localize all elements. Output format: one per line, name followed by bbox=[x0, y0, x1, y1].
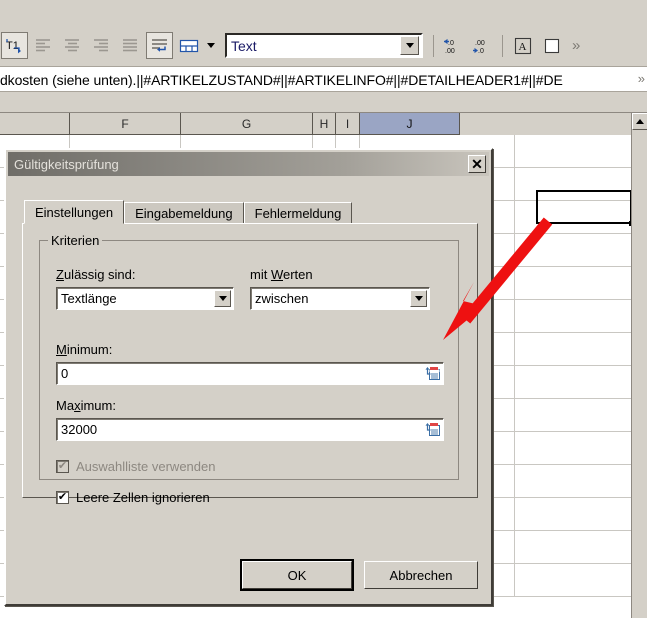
align-left-icon[interactable] bbox=[30, 32, 57, 59]
allow-combobox[interactable]: Textlänge bbox=[56, 287, 234, 310]
tab-panel-einstellungen: Kriterien ZZulässig sind:ulässig sind: T… bbox=[22, 223, 478, 505]
cell-style-value: Text bbox=[231, 37, 257, 54]
close-icon[interactable]: ✕ bbox=[468, 155, 486, 173]
application-window: T1 Text .0 .00 .00 .0 A » dkosten (siehe… bbox=[0, 0, 647, 618]
svg-text:.0: .0 bbox=[478, 48, 484, 55]
checkbox-ignore-blank-cells[interactable]: ✔ bbox=[56, 491, 69, 504]
align-right-icon[interactable] bbox=[88, 32, 115, 59]
dialog-tabstrip: Einstellungen Eingabemeldung Fehlermeldu… bbox=[24, 200, 474, 224]
column-header-f[interactable]: F bbox=[70, 113, 181, 135]
svg-text:T1: T1 bbox=[6, 40, 19, 52]
tab-label: Einstellungen bbox=[35, 204, 114, 220]
column-header-row: F G H I J bbox=[0, 113, 647, 135]
maximum-label: Maximum: bbox=[56, 398, 116, 413]
column-header-j[interactable]: J bbox=[360, 113, 460, 135]
checkbox-show-selection-list[interactable]: ✔ bbox=[56, 460, 69, 473]
merge-cells-dropdown-icon[interactable] bbox=[204, 32, 218, 59]
column-header-h[interactable]: H bbox=[313, 113, 336, 135]
formatting-toolbar: T1 Text .0 .00 .00 .0 A » bbox=[0, 0, 647, 67]
criteria-group-title: Kriterien bbox=[48, 233, 103, 248]
show-selection-list-checkbox-row[interactable]: ✔ Auswahlliste verwenden bbox=[56, 459, 215, 474]
formula-overflow-chevron[interactable]: » bbox=[638, 71, 645, 86]
formula-input-line[interactable]: dkosten (siehe unten).||#ARTIKELZUSTAND#… bbox=[0, 68, 647, 92]
ok-button[interactable]: OK bbox=[242, 561, 352, 589]
tab-einstellungen[interactable]: Einstellungen bbox=[24, 200, 125, 224]
data-value: zwischen bbox=[255, 291, 309, 306]
formula-text: dkosten (siehe unten).||#ARTIKELZUSTAND#… bbox=[0, 71, 563, 88]
toolbar-overflow-chevron[interactable]: » bbox=[572, 37, 580, 54]
background-color-icon[interactable] bbox=[538, 32, 565, 59]
toolbar-gap bbox=[0, 92, 647, 113]
validity-dialog: Gültigkeitsprüfung ✕ Einstellungen Einga… bbox=[4, 148, 493, 606]
toolbar-separator-2 bbox=[502, 34, 503, 57]
maximum-input[interactable]: 32000 bbox=[56, 418, 444, 441]
minimum-value: 0 bbox=[61, 366, 69, 381]
checkbox-ignore-blank-cells-label: Leere Zellen ignorieren bbox=[76, 490, 210, 505]
column-header-g[interactable]: G bbox=[181, 113, 313, 135]
scroll-up-button[interactable] bbox=[632, 113, 647, 130]
merge-cells-icon[interactable] bbox=[175, 32, 202, 59]
vertical-scrollbar[interactable] bbox=[631, 113, 647, 618]
add-decimal-place-icon[interactable]: .0 .00 bbox=[440, 32, 467, 59]
chevron-down-icon[interactable] bbox=[400, 36, 419, 55]
allow-value: Textlänge bbox=[61, 291, 117, 306]
minimum-label: Minimum: bbox=[56, 342, 113, 357]
cancel-button[interactable]: Abbrechen bbox=[364, 561, 478, 589]
column-header-i[interactable]: I bbox=[336, 113, 360, 135]
checkbox-show-selection-list-label: Auswahlliste verwenden bbox=[76, 459, 216, 474]
ok-button-label: OK bbox=[287, 567, 307, 583]
column-header-blank[interactable] bbox=[0, 113, 70, 135]
shrink-range-icon[interactable] bbox=[422, 364, 442, 383]
svg-text:.00: .00 bbox=[475, 40, 485, 47]
wrap-text-icon[interactable] bbox=[146, 32, 173, 59]
chevron-down-icon[interactable] bbox=[214, 290, 231, 307]
maximum-value: 32000 bbox=[61, 422, 98, 437]
text-direction-ltr-icon[interactable]: T1 bbox=[1, 32, 28, 59]
allow-label: ZZulässig sind:ulässig sind: bbox=[56, 267, 136, 282]
align-justified-icon[interactable] bbox=[117, 32, 144, 59]
ignore-blank-cells-checkbox-row[interactable]: ✔ Leere Zellen ignorieren bbox=[56, 490, 210, 505]
svg-text:A: A bbox=[518, 41, 526, 53]
shrink-range-icon[interactable] bbox=[422, 420, 442, 439]
criteria-groupbox: Kriterien ZZulässig sind:ulässig sind: T… bbox=[39, 233, 459, 505]
minimum-input[interactable]: 0 bbox=[56, 362, 444, 385]
svg-text:.00: .00 bbox=[445, 48, 455, 55]
data-combobox[interactable]: zwischen bbox=[250, 287, 430, 310]
tab-fehlermeldung[interactable]: Fehlermeldung bbox=[243, 202, 353, 224]
dialog-title: Gültigkeitsprüfung bbox=[14, 156, 119, 172]
ok-button-default-frame: OK bbox=[240, 559, 354, 591]
tab-label: Eingabemeldung bbox=[135, 206, 233, 221]
tab-eingabemeldung[interactable]: Eingabemeldung bbox=[124, 202, 244, 224]
cancel-button-label: Abbrechen bbox=[389, 567, 453, 583]
align-center-icon[interactable] bbox=[59, 32, 86, 59]
font-color-icon[interactable]: A bbox=[509, 32, 536, 59]
chevron-down-icon[interactable] bbox=[410, 290, 427, 307]
cell-style-combobox[interactable]: Text bbox=[225, 33, 423, 58]
tab-label: Fehlermeldung bbox=[254, 206, 342, 221]
toolbar-separator bbox=[433, 34, 434, 57]
delete-decimal-place-icon[interactable]: .00 .0 bbox=[469, 32, 496, 59]
data-label: mit Werten bbox=[250, 267, 313, 282]
dialog-titlebar[interactable]: Gültigkeitsprüfung ✕ bbox=[8, 152, 489, 176]
